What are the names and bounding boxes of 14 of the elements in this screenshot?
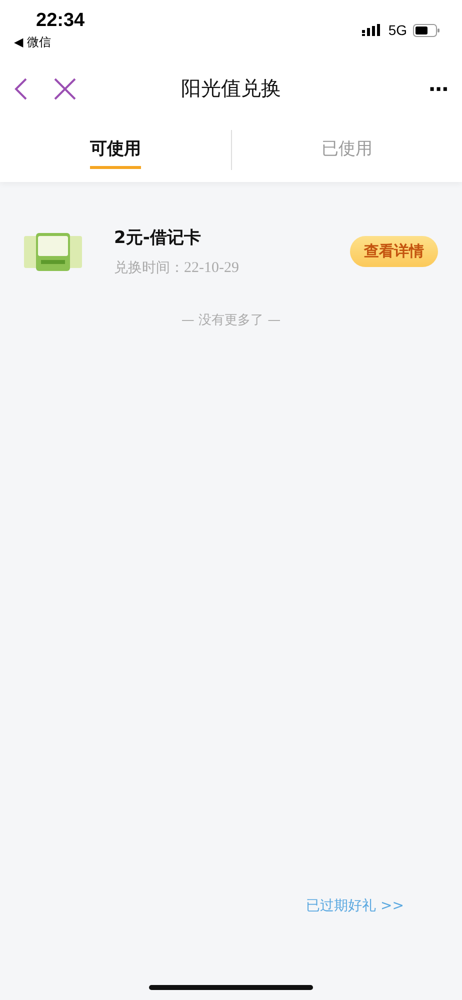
status-time: 22:34	[36, 10, 85, 32]
exchange-date: 兑换时间：22-10-29	[114, 259, 240, 277]
tab[interactable]: 可使用	[90, 130, 141, 168]
back-to-app-link[interactable]: ◀ 微信	[14, 34, 85, 51]
end-of-list-note: — 没有更多了 —	[181, 312, 281, 329]
close-icon[interactable]	[54, 78, 76, 100]
signal-icon	[362, 24, 382, 36]
network-label: 5G	[388, 22, 407, 38]
item-title: 2元-借记卡	[114, 227, 202, 249]
battery-icon	[413, 24, 440, 36]
back-icon[interactable]	[14, 78, 28, 100]
more-button[interactable]: ···	[428, 76, 448, 100]
page-title: 阳光值兑换	[181, 75, 281, 102]
card-icon	[24, 232, 82, 270]
